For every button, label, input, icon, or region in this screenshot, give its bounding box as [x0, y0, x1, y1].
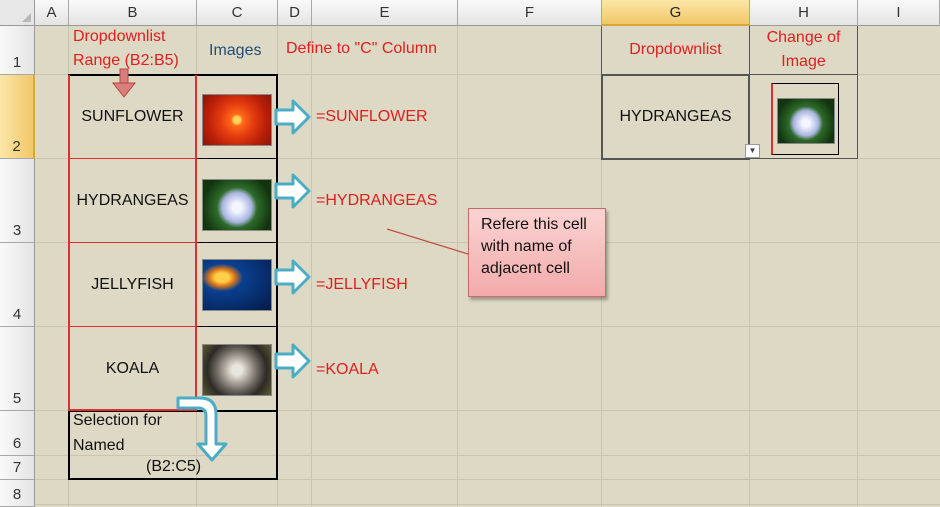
row-number: 3	[12, 222, 22, 239]
dropdown-range-border	[195, 75, 197, 411]
sunflower-image[interactable]	[202, 94, 272, 146]
range-border	[196, 242, 277, 243]
change-of-image-header: Change of Image	[766, 29, 841, 70]
row-header-8[interactable]: 8	[0, 480, 35, 507]
list-item[interactable]: SUNFLOWER	[69, 75, 196, 158]
gridline	[311, 26, 312, 507]
range-border	[196, 326, 277, 327]
dropdown-arrow-button[interactable]: ▼	[745, 144, 760, 158]
row-header-5[interactable]: 5	[0, 327, 35, 411]
define-to-c-column-header: Define to "C" Column	[286, 40, 437, 57]
jellyfish-image[interactable]	[202, 259, 272, 311]
row-header-7[interactable]: 7	[0, 456, 35, 480]
range-border	[68, 410, 70, 480]
selection-note-line2: Named	[73, 437, 125, 454]
table-border	[749, 158, 858, 159]
formula-text[interactable]: =HYDRANGEAS	[316, 192, 437, 210]
row-number: 2	[12, 138, 21, 155]
table-border	[857, 26, 858, 159]
dropdownlist-range-label-line1: Dropdownlist	[73, 28, 166, 45]
column-header-b[interactable]: B	[69, 0, 197, 26]
column-header-a[interactable]: A	[35, 0, 69, 26]
dropdown-range-border	[68, 75, 70, 411]
formula-text[interactable]: =JELLYFISH	[316, 276, 408, 294]
row-header-3[interactable]: 3	[0, 159, 35, 243]
select-all-triangle-icon	[22, 13, 31, 22]
range-border	[68, 74, 278, 76]
column-header-g[interactable]: G	[602, 0, 750, 26]
selection-note-line1: Selection for	[73, 412, 162, 429]
dropdown-range-border	[69, 326, 196, 327]
column-header-i[interactable]: I	[858, 0, 940, 26]
list-item[interactable]: HYDRANGEAS	[69, 159, 196, 242]
dropdownlist-header: Dropdownlist	[629, 41, 722, 58]
spreadsheet: A B C D E F G H I 1 2 3 4 5 6 7 8 Dropdo…	[0, 0, 940, 507]
dropdown-range-border	[69, 158, 196, 159]
list-item[interactable]: KOALA	[69, 327, 196, 410]
formula-text[interactable]: =KOALA	[316, 361, 379, 379]
changing-image[interactable]	[777, 98, 835, 144]
range-border	[68, 478, 278, 480]
select-all-button[interactable]	[0, 0, 35, 26]
range-border	[276, 74, 278, 480]
row-number: 7	[12, 459, 22, 476]
dropdown-range-border	[69, 242, 196, 243]
row-number: 1	[12, 54, 22, 71]
gridline	[35, 504, 940, 505]
list-item[interactable]: JELLYFISH	[69, 243, 196, 326]
row-header-6[interactable]: 6	[0, 411, 35, 456]
column-header-e[interactable]: E	[312, 0, 458, 26]
comment-note[interactable]: Refere this cell with name of adjacent c…	[468, 208, 606, 297]
row-number: 5	[12, 390, 22, 407]
images-header: Images	[209, 42, 262, 59]
row-number: 8	[12, 486, 22, 503]
gridline	[457, 26, 458, 507]
gridline	[35, 455, 940, 456]
column-header-h[interactable]: H	[750, 0, 858, 26]
column-header-f[interactable]: F	[458, 0, 602, 26]
row-header-4[interactable]: 4	[0, 243, 35, 327]
koala-image[interactable]	[202, 344, 272, 396]
row-number: 6	[12, 435, 22, 452]
range-border	[196, 158, 277, 159]
column-header-c[interactable]: C	[197, 0, 278, 26]
selection-note-line3: (B2:C5)	[146, 458, 202, 475]
dropdown-cell[interactable]: HYDRANGEAS	[601, 74, 750, 160]
row-number: 4	[12, 306, 22, 323]
row-header-2[interactable]: 2	[0, 75, 35, 159]
table-border	[601, 26, 602, 75]
dropdown-range-border	[69, 409, 196, 411]
row-header-1[interactable]: 1	[0, 26, 35, 75]
formula-text[interactable]: =SUNFLOWER	[316, 108, 428, 126]
hydrangeas-image[interactable]	[202, 179, 272, 231]
dropdownlist-range-label-line2: Range (B2:B5)	[73, 52, 179, 69]
column-header-d[interactable]: D	[278, 0, 312, 26]
